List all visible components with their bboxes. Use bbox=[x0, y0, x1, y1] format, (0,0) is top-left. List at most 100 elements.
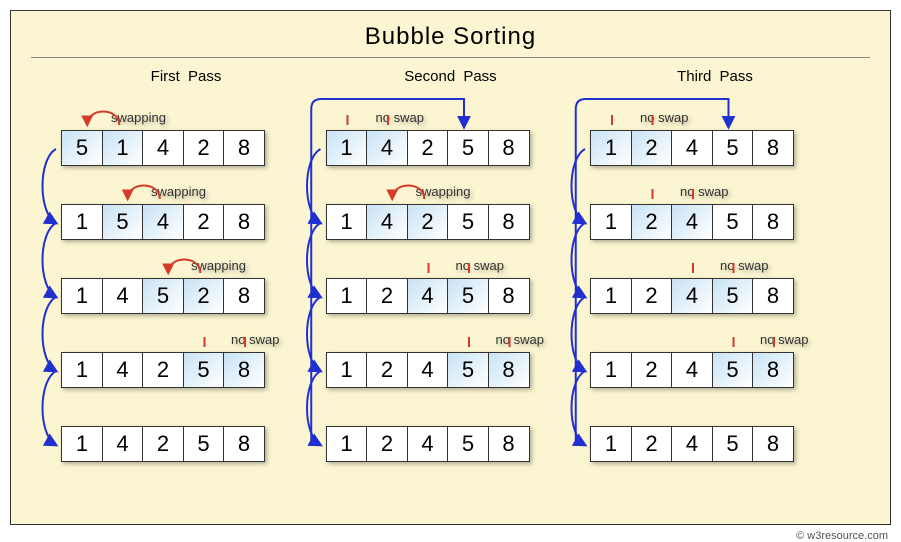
array-cell: 2 bbox=[631, 130, 673, 166]
array-cell: 5 bbox=[447, 130, 489, 166]
array-row: 12458no swap bbox=[326, 352, 576, 388]
array-cell: 8 bbox=[752, 426, 794, 462]
pass-title: Second Pass bbox=[326, 68, 576, 85]
array-cell: 5 bbox=[447, 426, 489, 462]
array-cell: 8 bbox=[223, 130, 265, 166]
array-cell: 4 bbox=[102, 278, 144, 314]
array-cell: 4 bbox=[671, 204, 713, 240]
array-row: 14258 bbox=[61, 426, 311, 462]
array-cell: 8 bbox=[223, 352, 265, 388]
bubble-sort-diagram: Bubble Sorting First Pass51428swapping15… bbox=[10, 10, 891, 525]
array-cell: 8 bbox=[752, 130, 794, 166]
array-cell: 4 bbox=[142, 130, 184, 166]
array-cell: 2 bbox=[631, 352, 673, 388]
array-cell: 8 bbox=[752, 278, 794, 314]
array-cell: 4 bbox=[366, 130, 408, 166]
swap-label: swapping bbox=[151, 184, 206, 199]
swap-label: swapping bbox=[111, 110, 166, 125]
array-cell: 1 bbox=[102, 130, 144, 166]
array-cell: 2 bbox=[407, 204, 449, 240]
array-cell: 2 bbox=[366, 352, 408, 388]
array-cell: 4 bbox=[142, 204, 184, 240]
noswap-label: no swap bbox=[456, 258, 504, 273]
noswap-label: no swap bbox=[720, 258, 768, 273]
array-cell: 1 bbox=[590, 130, 632, 166]
array-cell: 4 bbox=[407, 352, 449, 388]
noswap-label: no swap bbox=[680, 184, 728, 199]
pass-title: First Pass bbox=[61, 68, 311, 85]
array-row: 14528swapping bbox=[61, 278, 311, 314]
array-cell: 4 bbox=[102, 426, 144, 462]
array-row: 14258no swap bbox=[61, 352, 311, 388]
array-row: 15428swapping bbox=[61, 204, 311, 240]
array-cell: 2 bbox=[407, 130, 449, 166]
swap-label: swapping bbox=[416, 184, 471, 199]
array-cell: 4 bbox=[407, 426, 449, 462]
array-cell: 5 bbox=[142, 278, 184, 314]
array-cell: 1 bbox=[61, 278, 103, 314]
array-cell: 8 bbox=[223, 426, 265, 462]
array-row: 12458no swap bbox=[326, 278, 576, 314]
array-cell: 4 bbox=[671, 130, 713, 166]
array-cell: 1 bbox=[590, 204, 632, 240]
array-cell: 5 bbox=[61, 130, 103, 166]
array-cell: 5 bbox=[183, 352, 225, 388]
credit-text: © w3resource.com bbox=[796, 530, 888, 542]
array-cell: 8 bbox=[488, 204, 530, 240]
array-cell: 8 bbox=[488, 426, 530, 462]
array-cell: 5 bbox=[712, 352, 754, 388]
array-cell: 1 bbox=[326, 130, 368, 166]
noswap-label: no swap bbox=[760, 332, 808, 347]
array-cell: 5 bbox=[447, 352, 489, 388]
swap-label: swapping bbox=[191, 258, 246, 273]
array-cell: 4 bbox=[102, 352, 144, 388]
array-cell: 1 bbox=[590, 426, 632, 462]
array-cell: 1 bbox=[61, 426, 103, 462]
array-row: 51428swapping bbox=[61, 130, 311, 166]
array-row: 12458no swap bbox=[590, 278, 840, 314]
array-cell: 2 bbox=[631, 204, 673, 240]
array-cell: 8 bbox=[752, 352, 794, 388]
array-cell: 2 bbox=[366, 278, 408, 314]
array-cell: 2 bbox=[366, 426, 408, 462]
noswap-label: no swap bbox=[496, 332, 544, 347]
array-cell: 4 bbox=[366, 204, 408, 240]
array-cell: 2 bbox=[142, 352, 184, 388]
array-cell: 8 bbox=[488, 352, 530, 388]
pass-column: First Pass51428swapping15428swapping1452… bbox=[61, 68, 311, 462]
array-cell: 5 bbox=[712, 426, 754, 462]
array-row: 14258swapping bbox=[326, 204, 576, 240]
pass-title: Third Pass bbox=[590, 68, 840, 85]
array-cell: 8 bbox=[223, 278, 265, 314]
array-row: 12458 bbox=[590, 426, 840, 462]
array-cell: 2 bbox=[631, 278, 673, 314]
array-row: 12458no swap bbox=[590, 204, 840, 240]
array-cell: 8 bbox=[488, 130, 530, 166]
noswap-label: no swap bbox=[376, 110, 424, 125]
array-cell: 2 bbox=[183, 204, 225, 240]
array-row: 14258no swap bbox=[326, 130, 576, 166]
array-cell: 1 bbox=[61, 204, 103, 240]
array-cell: 1 bbox=[326, 204, 368, 240]
array-cell: 1 bbox=[590, 352, 632, 388]
passes-container: First Pass51428swapping15428swapping1452… bbox=[31, 68, 870, 462]
array-row: 12458 bbox=[326, 426, 576, 462]
pass-column: Third Pass12458no swap12458no swap12458n… bbox=[590, 68, 840, 462]
noswap-label: no swap bbox=[231, 332, 279, 347]
pass-column: Second Pass14258no swap14258swapping1245… bbox=[326, 68, 576, 462]
array-cell: 5 bbox=[712, 204, 754, 240]
array-cell: 5 bbox=[183, 426, 225, 462]
diagram-title: Bubble Sorting bbox=[31, 23, 870, 51]
array-cell: 5 bbox=[447, 204, 489, 240]
array-cell: 1 bbox=[326, 426, 368, 462]
array-row: 12458no swap bbox=[590, 130, 840, 166]
array-cell: 8 bbox=[223, 204, 265, 240]
array-cell: 1 bbox=[326, 352, 368, 388]
array-cell: 8 bbox=[752, 204, 794, 240]
array-cell: 4 bbox=[671, 278, 713, 314]
divider bbox=[31, 57, 870, 58]
array-cell: 2 bbox=[631, 426, 673, 462]
array-cell: 4 bbox=[671, 352, 713, 388]
array-cell: 8 bbox=[488, 278, 530, 314]
array-cell: 1 bbox=[326, 278, 368, 314]
